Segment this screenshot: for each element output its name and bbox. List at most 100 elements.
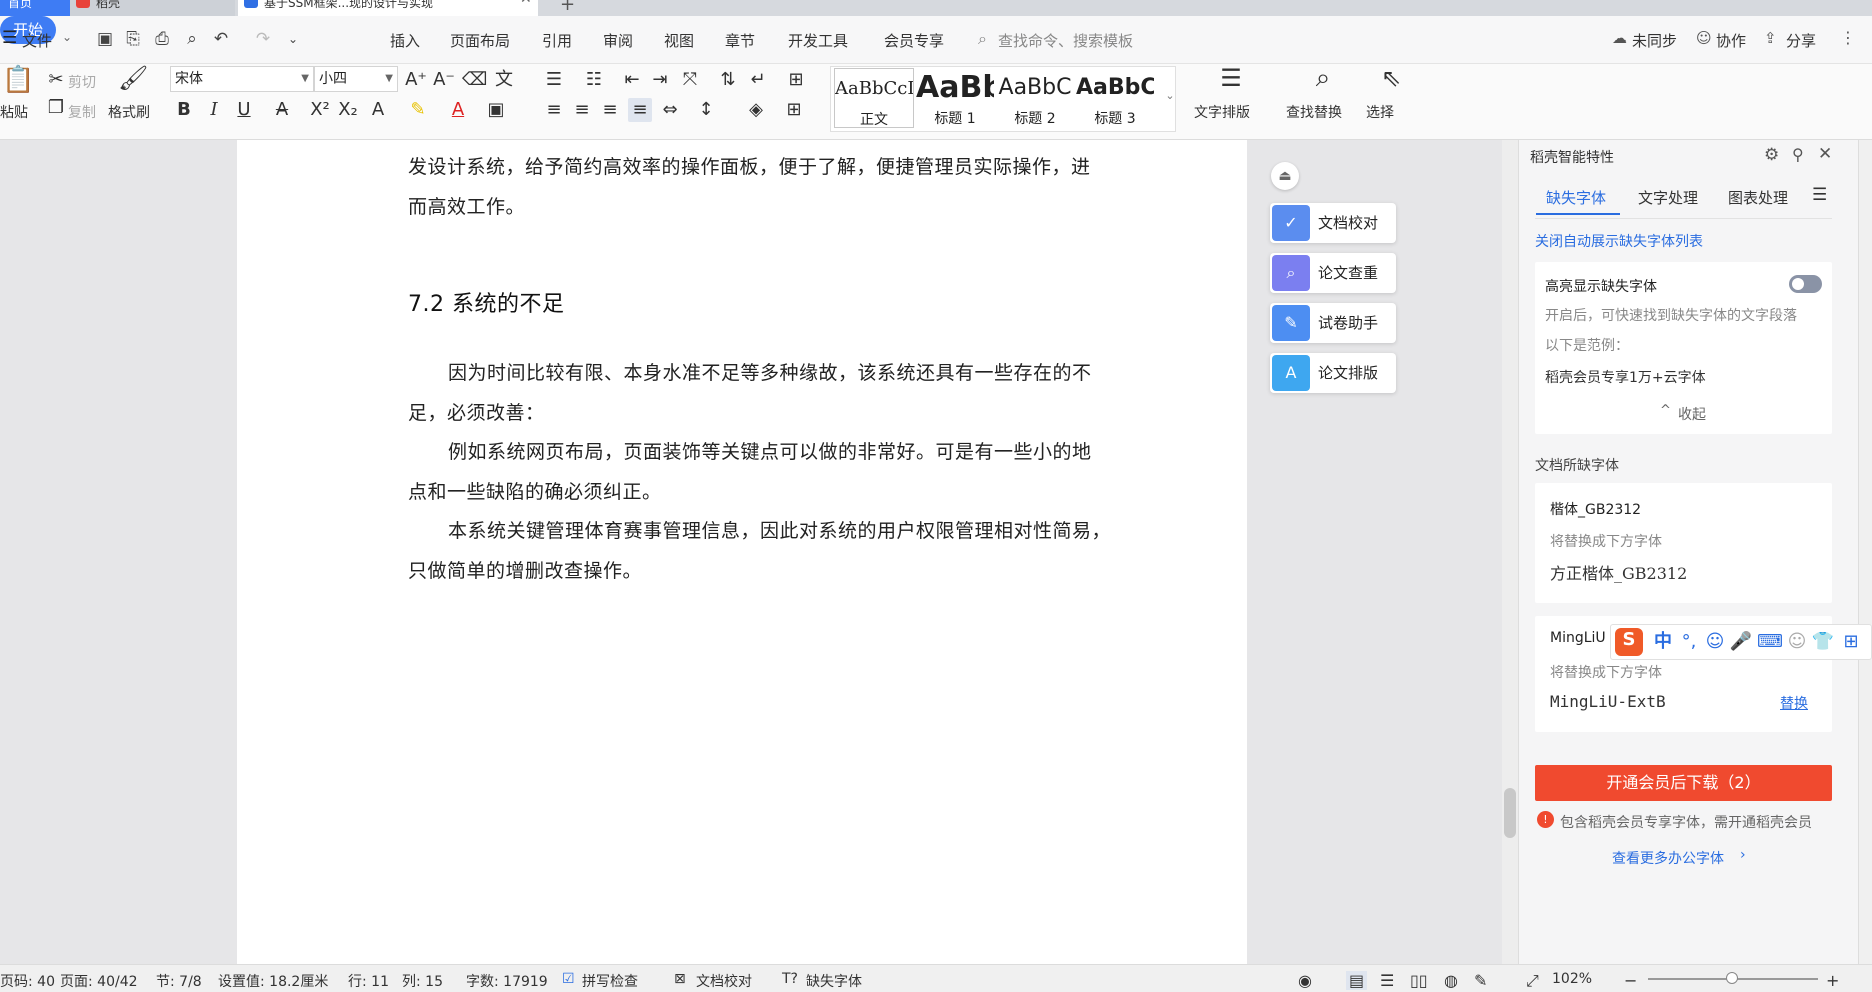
menu-tab-chapter[interactable]: 章节 [725, 30, 755, 51]
menu-tab-developer[interactable]: 开发工具 [788, 30, 848, 51]
collab-button[interactable]: 协作 [1716, 30, 1746, 51]
command-search-input[interactable]: 查找命令、搜索模板 [998, 30, 1133, 51]
section-indicator[interactable]: 节: 7/8 [156, 971, 202, 991]
export-pdf-icon[interactable]: ⎘ [122, 28, 144, 50]
grow-font-icon[interactable]: A⁺ [404, 68, 428, 92]
scrollbar-thumb[interactable] [1504, 788, 1516, 838]
missing-font-status-button[interactable]: 缺失字体 [806, 971, 862, 991]
shading-icon[interactable]: ◈ [744, 98, 768, 122]
panel-tab-text-processing[interactable]: 文字处理 [1638, 187, 1698, 208]
borders-icon[interactable]: ⊞ [782, 98, 806, 122]
new-tab-button[interactable]: + [560, 0, 575, 15]
customize-toolbar-icon[interactable]: ⌄ [282, 28, 304, 50]
ime-language-toggle[interactable]: 中 [1651, 630, 1675, 654]
emoji-icon[interactable]: ☺ [1703, 630, 1727, 654]
keyboard-icon[interactable]: ⌨ [1757, 630, 1783, 654]
panel-tab-missing-fonts[interactable]: 缺失字体 [1546, 187, 1606, 208]
menu-tab-review[interactable]: 审阅 [603, 30, 633, 51]
decrease-indent-icon[interactable]: ⇤ [620, 68, 644, 92]
save-icon[interactable]: ▣ [94, 28, 116, 50]
more-icon[interactable]: ⋮ [1840, 28, 1856, 47]
undo-icon[interactable]: ↶ [210, 28, 232, 50]
subscript-icon[interactable]: X₂ [336, 98, 360, 122]
user-icon[interactable]: ☺ [1785, 630, 1809, 654]
justify-icon[interactable]: ≡ [628, 98, 652, 122]
panel-menu-icon[interactable]: ☰ [1812, 185, 1827, 205]
zoom-level[interactable]: 102% [1552, 971, 1592, 987]
text-layout-button[interactable]: 文字排版 [1194, 102, 1250, 122]
font-size-select[interactable]: 小四 ▼ [314, 66, 398, 92]
web-view-icon[interactable]: ◍ [1444, 971, 1458, 990]
highlight-icon[interactable]: ✎ [406, 98, 430, 122]
close-panel-icon[interactable]: ✕ [1818, 144, 1832, 164]
clear-format-icon[interactable]: ⌫ [462, 68, 487, 92]
pin-icon[interactable]: ⚲ [1792, 145, 1804, 164]
collapse-button[interactable]: 收起 [1678, 404, 1706, 424]
strikethrough-icon[interactable]: A [270, 98, 294, 122]
superscript-icon[interactable]: X² [308, 98, 332, 122]
text-direction-icon[interactable]: ⤧ [678, 68, 702, 92]
italic-icon[interactable]: I [202, 98, 226, 122]
copy-button[interactable]: 复制 [68, 102, 96, 122]
tab-daoke[interactable]: 稻壳 [70, 0, 235, 16]
sort-icon[interactable]: ⇅ [716, 68, 740, 92]
font-color-icon[interactable]: A [446, 98, 470, 122]
fit-page-icon[interactable]: ⤢ [1526, 971, 1539, 991]
line-spacing-icon[interactable]: ↕ [694, 98, 718, 122]
microphone-icon[interactable]: 🎤 [1729, 630, 1753, 654]
print-icon[interactable]: ⎙ [151, 28, 173, 50]
align-left-icon[interactable]: ≡ [542, 98, 566, 122]
settings-icon[interactable]: ⚙ [1764, 145, 1779, 165]
menu-tab-references[interactable]: 引用 [542, 30, 572, 51]
file-menu[interactable]: 文件 [22, 30, 52, 51]
zoom-out-icon[interactable]: − [1624, 971, 1637, 990]
page-count[interactable]: 页面: 40/42 [60, 971, 138, 991]
style-heading-3[interactable]: AaBbC 标题 3 [1076, 68, 1154, 128]
zoom-in-icon[interactable]: + [1826, 971, 1839, 990]
numbered-list-icon[interactable]: ☷ [582, 68, 606, 92]
show-marks-icon[interactable]: ↵ [746, 68, 770, 92]
char-border-icon[interactable]: ▣ [484, 98, 508, 122]
tab-document[interactable]: 基于SSM框架...现的设计与实现 ✕ [238, 0, 538, 16]
exam-assistant-tool[interactable]: ✎ 试卷助手 [1270, 303, 1396, 343]
more-fonts-link[interactable]: 查看更多办公字体 [1612, 848, 1724, 868]
sogou-logo-icon[interactable]: S [1615, 628, 1643, 656]
menu-tab-member[interactable]: 会员专享 [884, 30, 944, 51]
sync-status[interactable]: 未同步 [1632, 30, 1677, 51]
cut-button[interactable]: 剪切 [68, 72, 96, 92]
panel-title[interactable]: 稻壳智能特性 [1530, 147, 1614, 167]
text-effect-icon[interactable]: A [366, 98, 390, 122]
hamburger-icon[interactable]: ☰ [2, 28, 17, 48]
style-heading-1[interactable]: AaBb 标题 1 [916, 68, 994, 128]
download-button[interactable]: 开通会员后下载（2） [1535, 765, 1832, 801]
document-page[interactable] [237, 140, 1247, 964]
plagiarism-check-tool[interactable]: ⌕ 论文查重 [1270, 253, 1396, 293]
proofread-tool[interactable]: ✓ 文档校对 [1270, 203, 1396, 243]
tab-stops-icon[interactable]: ⊞ [784, 68, 808, 92]
collapse-tools-button[interactable]: ⏏ [1271, 162, 1299, 190]
bold-icon[interactable]: B [172, 98, 196, 122]
font-name-select[interactable]: 宋体 ▼ [170, 66, 314, 92]
spellcheck-button[interactable]: 拼写检查 [582, 971, 638, 991]
align-right-icon[interactable]: ≡ [598, 98, 622, 122]
replace-button[interactable]: 替换 [1780, 693, 1808, 713]
ime-punctuation-toggle[interactable]: °, [1677, 630, 1701, 654]
phonetic-icon[interactable]: 文 [492, 68, 516, 92]
redo-icon[interactable]: ↷ [252, 28, 274, 50]
word-count[interactable]: 字数: 17919 [466, 971, 548, 991]
menu-tab-page-layout[interactable]: 页面布局 [450, 30, 510, 51]
format-painter-button[interactable]: 格式刷 [108, 102, 150, 122]
zoom-slider-handle[interactable] [1726, 972, 1738, 984]
style-heading-2[interactable]: AaBbC 标题 2 [996, 68, 1074, 128]
vertical-scrollbar[interactable] [1502, 140, 1518, 964]
write-mode-icon[interactable]: ✎ [1474, 971, 1487, 990]
toolbox-icon[interactable]: ⊞ [1839, 630, 1863, 654]
align-center-icon[interactable]: ≡ [570, 98, 594, 122]
increase-indent-icon[interactable]: ⇥ [648, 68, 672, 92]
select-button[interactable]: 选择 [1366, 102, 1394, 122]
highlight-toggle[interactable] [1789, 275, 1822, 293]
panel-tab-chart-processing[interactable]: 图表处理 [1728, 187, 1788, 208]
print-preview-icon[interactable]: ⌕ [181, 28, 203, 50]
reading-view-icon[interactable]: ▯▯ [1410, 971, 1428, 990]
style-normal[interactable]: AaBbCcI 正文 [834, 68, 914, 128]
